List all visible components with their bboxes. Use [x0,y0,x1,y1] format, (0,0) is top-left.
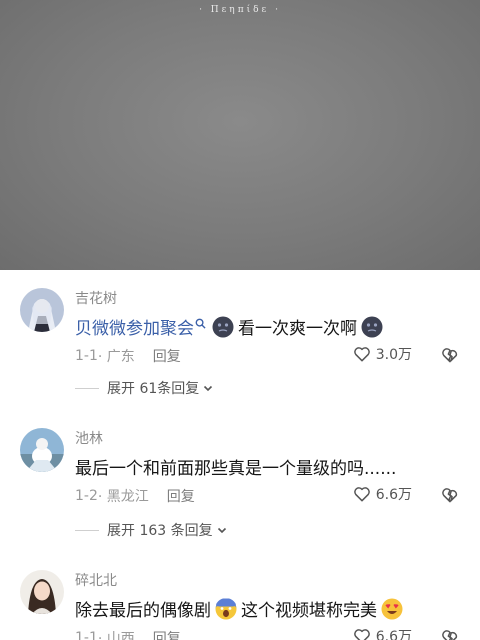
reply-button[interactable]: 回复 [167,486,195,506]
expand-replies-button[interactable]: 展开 163 条回复 [75,520,228,540]
avatar[interactable] [20,288,64,332]
reply-button[interactable]: 回复 [153,346,181,366]
dark-face-emoji-icon [212,316,234,337]
video-player[interactable]: · Πεηπίδε · [0,0,480,270]
dark-face-emoji-icon [361,316,383,337]
video-caption: · Πεηπίδε · [199,5,281,15]
comments-list: 吉花树 贝微微参加聚会 看一次爽一次啊 1-1 · 广东 回复 3.0万 展开 … [0,270,480,640]
comment-meta: 1-2 · 黑龙江 回复 [75,486,195,506]
screaming-emoji-icon [215,598,237,619]
comment-meta: 1-1 · 山西 回复 [75,628,181,640]
comment-location: · 广东 [97,349,135,365]
expand-replies-button[interactable]: 展开 61条回复 [75,378,214,398]
comment-text-part-2: 这个视频堪称完美 [241,601,377,621]
heart-icon [353,487,370,502]
comment-location: · 黑龙江 [97,489,149,505]
comment-date: 1-2 [75,488,98,504]
like-count: 3.0万 [375,347,412,363]
avatar-image [20,428,64,472]
like-count: 6.6万 [375,629,412,640]
like-button[interactable]: 6.6万 [352,626,412,640]
comment-item: 池林 最后一个和前面那些真是一个量级的吗...... 1-2 · 黑龙江 回复 … [0,412,480,542]
comment-content: 最后一个和前面那些真是一个量级的吗...... [75,454,420,479]
avatar-image [20,570,64,614]
like-button[interactable]: 6.6万 [352,484,412,504]
comment-date: 1-1 [75,630,98,640]
comment-text-part-1: 除去最后的偶像剧 [75,601,211,621]
avatar[interactable] [20,570,64,614]
comment-location: · 山西 [97,631,135,640]
search-icon [195,318,206,329]
comment-text: 看一次爽一次啊 [238,319,357,339]
divider-line [75,387,99,389]
expand-label: 展开 61条回复 [107,381,200,397]
heart-eyes-emoji-icon [381,598,403,619]
broken-heart-icon[interactable] [440,627,460,640]
expand-label: 展开 163 条回复 [107,523,213,539]
comment-date: 1-1 [75,348,98,364]
search-link[interactable]: 贝微微参加聚会 [75,314,194,339]
chevron-down-icon [204,385,213,392]
heart-icon [353,347,370,362]
avatar[interactable] [20,428,64,472]
comment-content: 除去最后的偶像剧 这个视频堪称完美 [75,596,420,621]
comment-content: 贝微微参加聚会 看一次爽一次啊 [75,314,420,339]
username[interactable]: 池林 [75,428,103,448]
divider-line [75,529,99,531]
broken-heart-icon[interactable] [440,485,460,505]
like-button[interactable]: 3.0万 [352,344,412,364]
comment-text: 最后一个和前面那些真是一个量级的吗...... [75,459,397,479]
heart-icon [353,629,370,640]
username[interactable]: 吉花树 [75,288,117,308]
like-count: 6.6万 [375,487,412,503]
avatar-image [20,288,64,332]
comment-meta: 1-1 · 广东 回复 [75,346,181,366]
reply-button[interactable]: 回复 [153,628,181,640]
broken-heart-icon[interactable] [440,345,460,365]
username[interactable]: 碎北北 [75,570,117,590]
comment-item: 碎北北 除去最后的偶像剧 这个视频堪称完美 1-1 · 山西 回复 6.6万 [0,554,480,640]
comment-item: 吉花树 贝微微参加聚会 看一次爽一次啊 1-1 · 广东 回复 3.0万 展开 … [0,270,480,400]
chevron-down-icon [217,527,226,534]
